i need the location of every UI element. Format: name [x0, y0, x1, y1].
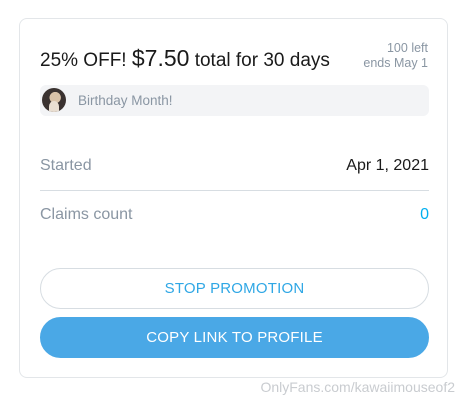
- stop-promotion-button[interactable]: STOP PROMOTION: [40, 268, 429, 309]
- copy-link-button[interactable]: COPY LINK TO PROFILE: [40, 317, 429, 358]
- promotion-message: Birthday Month!: [40, 85, 429, 116]
- message-text: Birthday Month!: [78, 93, 173, 108]
- promotion-headline: 25% OFF! $7.50 total for 30 days: [40, 45, 330, 72]
- remaining-count: 100 left: [386, 41, 428, 55]
- claims-value[interactable]: 0: [420, 206, 429, 224]
- end-date: ends May 1: [363, 56, 428, 70]
- promotion-card: 25% OFF! $7.50 total for 30 days 100 lef…: [19, 18, 448, 378]
- claims-row: Claims count 0: [40, 200, 429, 230]
- started-row: Started Apr 1, 2021: [40, 151, 429, 181]
- divider: [40, 190, 429, 191]
- promotion-meta: 100 left ends May 1: [363, 41, 428, 71]
- duration-text: total for 30 days: [194, 50, 330, 71]
- claims-label: Claims count: [40, 206, 133, 223]
- started-label: Started: [40, 157, 92, 174]
- watermark: OnlyFans.com/kawaiimouseof2: [260, 379, 455, 395]
- avatar: [42, 88, 66, 112]
- discount-text: 25% OFF!: [40, 50, 127, 71]
- started-value: Apr 1, 2021: [346, 157, 429, 174]
- price-text: $7.50: [131, 45, 190, 71]
